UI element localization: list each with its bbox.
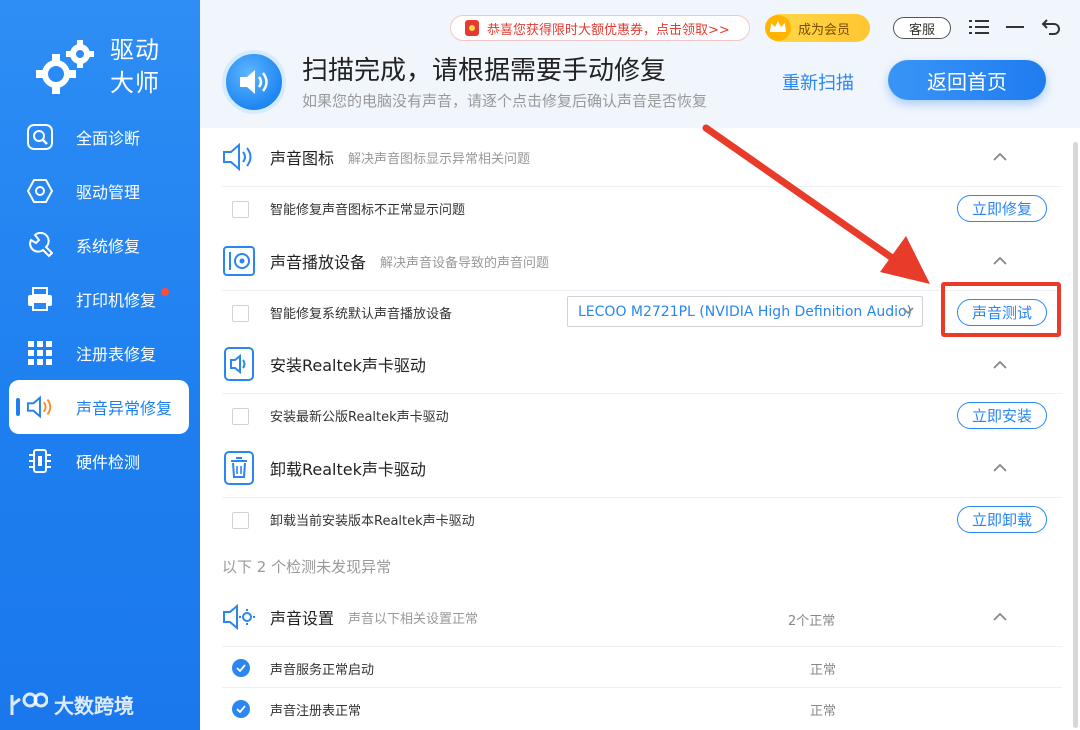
watermark-logo-icon xyxy=(10,692,48,715)
chevron-down-icon xyxy=(902,307,914,315)
section-desc: 解决声音图标显示异常相关问题 xyxy=(348,151,531,167)
chevron-up-icon[interactable] xyxy=(992,463,1008,473)
list-item: 智能修复系统默认声音播放设备 LECOO M2721PL (NVIDIA Hig… xyxy=(222,290,1062,334)
section-desc: 声音以下相关设置正常 xyxy=(348,611,479,627)
chevron-up-icon[interactable] xyxy=(992,152,1008,162)
list-item: 安装最新公版Realtek声卡驱动 立即安装 xyxy=(222,393,1062,437)
chevron-up-icon[interactable] xyxy=(992,256,1008,266)
no-issue-note: 以下 2 个检测未发现异常 xyxy=(222,558,392,576)
row-checkbox[interactable] xyxy=(232,408,249,425)
app-name: 驱动 大师 xyxy=(110,36,160,97)
vip-button[interactable]: 成为会员 xyxy=(765,14,870,42)
results-panel: 声音图标 解决声音图标显示异常相关问题 智能修复声音图标不正常显示问题 立即修复… xyxy=(200,128,1080,730)
sound-device-icon xyxy=(222,244,256,278)
sidebar: 驱动 大师 全面诊断 驱动管理 系统修复 打印机修复 注册表修复 声音异常修复 … xyxy=(0,0,200,730)
row-checkbox[interactable] xyxy=(232,305,249,322)
sidebar-item-system-repair[interactable]: 系统修复 xyxy=(0,218,200,272)
sidebar-item-printer-repair[interactable]: 打印机修复 xyxy=(0,272,200,326)
speaker-icon xyxy=(26,393,54,421)
return-home-button[interactable]: 返回首页 xyxy=(888,60,1046,100)
section-desc: 解决声音设备导致的声音问题 xyxy=(380,255,550,271)
active-indicator xyxy=(16,398,20,416)
status-text: 正常 xyxy=(810,704,837,719)
row-checkbox[interactable] xyxy=(232,201,249,218)
chevron-up-icon[interactable] xyxy=(992,612,1008,622)
gear-icon xyxy=(36,40,94,94)
sidebar-item-sound-repair[interactable]: 声音异常修复 xyxy=(9,380,189,434)
speaker-settings-icon xyxy=(222,600,256,634)
section-title: 声音播放设备 xyxy=(270,253,367,272)
chevron-up-icon[interactable] xyxy=(992,360,1008,370)
section-install-realtek: 安装Realtek声卡驱动 xyxy=(222,347,440,381)
scrollbar[interactable] xyxy=(1073,142,1078,728)
section-uninstall-realtek: 卸载Realtek声卡驱动 xyxy=(222,451,440,485)
promo-banner[interactable]: 恭喜您获得限时大额优惠券，点击领取>> xyxy=(450,15,750,41)
page-title: 扫描完成，请根据需要手动修复 xyxy=(302,56,667,86)
customer-service-button[interactable]: 客服 xyxy=(893,17,951,39)
list-item: 智能修复声音图标不正常显示问题 立即修复 xyxy=(222,186,1062,230)
chip-icon xyxy=(26,447,54,475)
menu-icon[interactable] xyxy=(968,16,990,38)
sidebar-nav: 全面诊断 驱动管理 系统修复 打印机修复 注册表修复 声音异常修复 硬件检测 xyxy=(0,110,200,488)
page-subtitle: 如果您的电脑没有声音，请逐个点击修复后确认声音是否恢复 xyxy=(302,92,708,110)
status-text: 正常 xyxy=(810,663,837,678)
check-circle-icon xyxy=(232,659,250,677)
minimize-icon[interactable] xyxy=(1004,16,1026,38)
list-item: 卸载当前安装版本Realtek声卡驱动 立即卸载 xyxy=(222,497,1062,541)
rescan-link[interactable]: 重新扫描 xyxy=(782,69,854,95)
trash-icon xyxy=(222,451,256,485)
notification-dot xyxy=(161,288,169,296)
sidebar-item-full-diagnosis[interactable]: 全面诊断 xyxy=(0,110,200,164)
sidebar-item-registry-repair[interactable]: 注册表修复 xyxy=(0,326,200,380)
fix-now-button[interactable]: 立即修复 xyxy=(957,195,1047,222)
list-item: 声音服务正常启动 正常 xyxy=(222,646,1062,690)
crown-icon xyxy=(765,15,791,41)
header: 恭喜您获得限时大额优惠券，点击领取>> 成为会员 客服 扫描完成，请根据需要手动… xyxy=(200,0,1080,128)
sidebar-item-driver-manage[interactable]: 驱动管理 xyxy=(0,164,200,218)
check-circle-icon xyxy=(232,700,250,718)
app-logo: 驱动 大师 xyxy=(34,34,184,104)
section-title: 声音图标 xyxy=(270,149,335,168)
printer-icon xyxy=(26,285,54,313)
driver-install-icon xyxy=(222,347,256,381)
section-sound-settings: 声音设置 声音以下相关设置正常 xyxy=(222,602,478,632)
row-checkbox[interactable] xyxy=(232,512,249,529)
back-icon[interactable] xyxy=(1040,16,1062,38)
sound-status-icon xyxy=(222,50,286,114)
section-title: 安装Realtek声卡驱动 xyxy=(270,356,426,375)
grid-icon xyxy=(26,339,54,367)
wrench-icon xyxy=(26,231,54,259)
watermark: 大数跨境 xyxy=(8,690,134,719)
section-title: 卸载Realtek声卡驱动 xyxy=(270,460,426,479)
speaker-outline-icon xyxy=(222,140,256,174)
section-title: 声音设置 xyxy=(270,609,335,628)
section-sound-icon: 声音图标 解决声音图标显示异常相关问题 xyxy=(222,142,530,172)
playback-device-select[interactable]: LECOO M2721PL (NVIDIA High Definition Au… xyxy=(567,296,923,327)
highlight-box xyxy=(941,282,1061,337)
gift-icon xyxy=(465,20,479,36)
uninstall-now-button[interactable]: 立即卸载 xyxy=(957,506,1047,533)
normal-count: 2个正常 xyxy=(788,614,836,629)
hexagon-icon xyxy=(26,177,54,205)
install-now-button[interactable]: 立即安装 xyxy=(957,402,1047,429)
sidebar-item-hardware-check[interactable]: 硬件检测 xyxy=(0,434,200,488)
section-playback-device: 声音播放设备 解决声音设备导致的声音问题 xyxy=(222,246,549,276)
list-item: 声音注册表正常 正常 xyxy=(222,687,1062,730)
search-icon xyxy=(26,123,54,151)
